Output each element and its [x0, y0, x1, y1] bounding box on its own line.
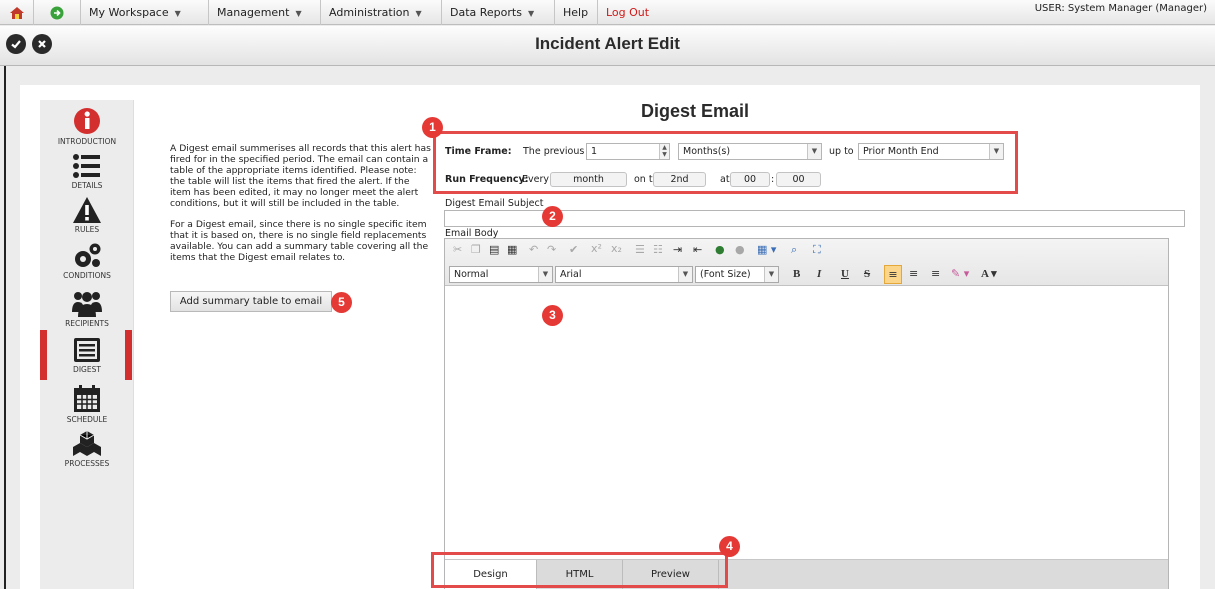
menu-my-workspace[interactable]: My Workspace ▼	[81, 0, 209, 25]
subject-label: Digest Email Subject	[445, 198, 544, 209]
menu-administration[interactable]: Administration ▼	[321, 0, 442, 25]
callout-badge-2: 2	[542, 206, 563, 227]
hour-field[interactable]: 00	[730, 172, 770, 187]
superscript-icon[interactable]: x²	[591, 242, 602, 255]
menu-help[interactable]: Help	[555, 0, 598, 25]
previous-count-stepper[interactable]: 1 ▲ ▼	[586, 143, 670, 160]
align-left-icon[interactable]: ≡	[884, 265, 902, 284]
callout-badge-5: 5	[331, 292, 352, 313]
menu-data-reports[interactable]: Data Reports ▼	[442, 0, 555, 25]
sidebar-item-rules[interactable]: RULES	[40, 196, 134, 234]
active-indicator-right	[125, 330, 132, 380]
current-user: USER: System Manager (Manager)	[1034, 3, 1207, 14]
strikethrough-button[interactable]: S	[864, 268, 870, 280]
description-paragraph-1: A Digest email summerises all records th…	[170, 143, 431, 209]
page-title: Incident Alert Edit	[535, 34, 680, 53]
sidebar-item-introduction[interactable]: INTRODUCTION	[40, 106, 134, 146]
callout-badge-4: 4	[719, 536, 740, 557]
menu-log-out[interactable]: Log Out	[598, 0, 668, 25]
font-family-select[interactable]: Arial ▼	[555, 266, 693, 283]
spellcheck-icon[interactable]: ✔	[569, 243, 578, 256]
add-summary-table-button[interactable]: Add summary table to email	[170, 291, 332, 312]
day-of-month-field[interactable]: 2nd	[653, 172, 706, 187]
sidebar-item-schedule[interactable]: SCHEDULE	[40, 384, 134, 424]
editor-toolbar: ✂ ❐ ▤ ▦ ↶ ↷ ✔ x² x₂ ☰ ☷ ⇥ ⇤ ● ● ▦ ▾ ⌕ ⛶ …	[445, 239, 1168, 286]
sidebar-item-processes[interactable]: PROCESSES	[40, 430, 134, 468]
menu-bar: My Workspace ▼ Management ▼ Administration…	[0, 0, 1215, 25]
chevron-down-icon: ▼	[764, 267, 778, 282]
time-colon: :	[771, 174, 775, 185]
chevron-down-icon: ▼	[678, 267, 692, 282]
align-center-icon[interactable]: ≡	[909, 267, 918, 280]
info-icon	[74, 108, 100, 134]
align-right-icon[interactable]: ≡	[931, 267, 940, 280]
digest-description: A Digest email summerises all records th…	[170, 143, 432, 273]
sidebar-item-recipients[interactable]: RECIPIENTS	[40, 288, 134, 328]
active-indicator-left	[40, 330, 47, 380]
time-frame-label: Time Frame:	[445, 146, 512, 157]
subscript-icon[interactable]: x₂	[611, 242, 622, 255]
at-label: at	[720, 174, 730, 185]
fullscreen-icon[interactable]: ⛶	[813, 243, 821, 257]
chevron-down-icon: ▼	[989, 144, 1003, 159]
chevron-down-icon: ▼	[538, 267, 552, 282]
table-icon[interactable]: ▦ ▾	[757, 243, 776, 256]
section-title: Digest Email	[640, 101, 750, 121]
bold-button[interactable]: B	[793, 268, 800, 280]
run-frequency-label: Run Frequency:	[445, 174, 529, 185]
insert-link-icon[interactable]: ●	[715, 243, 725, 256]
users-icon	[72, 292, 102, 317]
description-paragraph-2: For a Digest email, since there is no si…	[170, 219, 429, 263]
sidebar-item-digest[interactable]: DIGEST	[40, 336, 134, 374]
copy-icon[interactable]: ❐	[471, 243, 481, 256]
frequency-period-field[interactable]: month	[550, 172, 627, 187]
home-icon[interactable]	[0, 0, 34, 25]
callout-badge-3: 3	[542, 305, 563, 326]
calendar-icon	[74, 385, 100, 412]
refresh-icon[interactable]	[34, 0, 81, 25]
previous-label: The previous	[523, 146, 585, 157]
paste-text-icon[interactable]: ▦	[507, 243, 517, 256]
paragraph-format-select[interactable]: Normal ▼	[449, 266, 553, 283]
warning-icon	[73, 197, 101, 223]
indent-icon[interactable]: ⇥	[673, 243, 682, 256]
email-body-editor: ✂ ❐ ▤ ▦ ↶ ↷ ✔ x² x₂ ☰ ☷ ⇥ ⇤ ● ● ▦ ▾ ⌕ ⛶ …	[444, 238, 1169, 589]
sidebar: INTRODUCTION DETAILS RULES CONDITIONS RE…	[40, 100, 134, 589]
digest-icon	[74, 338, 100, 362]
remove-link-icon[interactable]: ●	[735, 243, 745, 256]
up-to-label: up to	[829, 146, 854, 157]
font-size-select[interactable]: (Font Size) ▼	[695, 266, 779, 283]
cubes-icon	[73, 431, 101, 456]
undo-icon[interactable]: ↶	[529, 243, 538, 256]
numbered-list-icon[interactable]: ☷	[653, 243, 663, 256]
find-icon[interactable]: ⌕	[791, 243, 797, 257]
highlight-color-icon[interactable]: ✎ ▾	[951, 267, 969, 280]
menu-management[interactable]: Management ▼	[209, 0, 321, 25]
time-unit-select[interactable]: Months(s) ▼	[678, 143, 822, 160]
cut-icon[interactable]: ✂	[453, 243, 462, 256]
sidebar-item-details[interactable]: DETAILS	[40, 152, 134, 190]
chevron-down-icon: ▼	[807, 144, 821, 159]
outdent-icon[interactable]: ⇤	[693, 243, 702, 256]
gears-icon	[75, 243, 101, 267]
highlight-box-tabs	[431, 552, 728, 588]
stepper-arrows-icon[interactable]: ▲ ▼	[659, 144, 669, 159]
italic-button[interactable]: I	[817, 268, 821, 280]
left-divider	[4, 66, 6, 589]
paste-icon[interactable]: ▤	[489, 243, 499, 256]
sidebar-item-conditions[interactable]: CONDITIONS	[40, 242, 134, 280]
up-to-select[interactable]: Prior Month End ▼	[858, 143, 1004, 160]
font-color-button[interactable]: A ▾	[981, 267, 997, 280]
underline-button[interactable]: U	[841, 268, 849, 280]
title-bar: Incident Alert Edit	[0, 26, 1215, 66]
bullet-list-icon[interactable]: ☰	[635, 243, 645, 256]
list-icon	[73, 154, 100, 178]
every-label: Every	[522, 174, 549, 185]
minute-field[interactable]: 00	[776, 172, 821, 187]
callout-badge-1: 1	[422, 117, 443, 138]
redo-icon[interactable]: ↷	[547, 243, 556, 256]
